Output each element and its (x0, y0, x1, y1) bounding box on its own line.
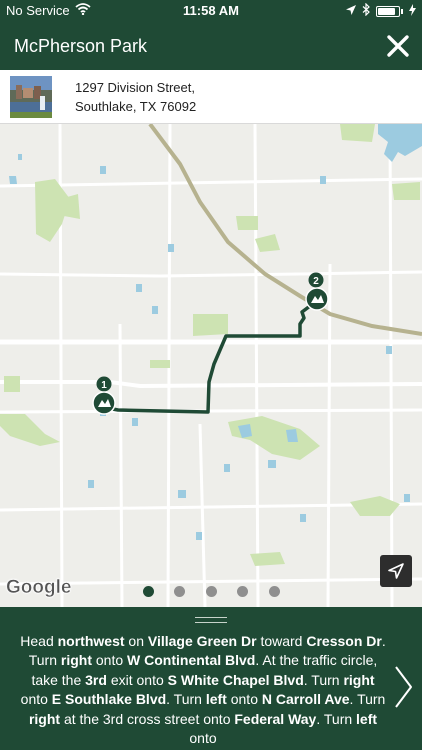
direction-text-segment: onto (226, 691, 262, 708)
direction-text-segment: onto (92, 652, 128, 669)
direction-keyword: N Carroll Ave (261, 691, 350, 708)
secondary-road (0, 380, 422, 389)
page-dot-5[interactable] (269, 586, 280, 597)
page-dot-3[interactable] (206, 586, 217, 597)
highway (148, 124, 422, 336)
close-button[interactable] (384, 32, 412, 60)
header-bar: McPherson Park (0, 22, 422, 70)
address-card[interactable]: 1297 Division Street, Southlake, TX 7609… (0, 70, 422, 124)
direction-keyword: Cresson Dr (306, 633, 382, 649)
direction-text-segment: Head (20, 633, 58, 649)
direction-keyword: right (28, 710, 61, 727)
next-step-button[interactable] (392, 665, 414, 709)
route-map[interactable]: 1 2 Google (0, 124, 422, 607)
direction-keyword: left (205, 691, 227, 708)
page-indicator (0, 586, 422, 598)
location-arrow-icon (346, 4, 356, 19)
page-title: McPherson Park (14, 36, 148, 56)
marker-2-number: 2 (313, 276, 319, 287)
battery-tip (401, 8, 403, 14)
direction-text-segment: toward (256, 633, 307, 649)
page-dot-2[interactable] (174, 586, 185, 597)
map-canvas: 1 2 (0, 124, 422, 607)
direction-text-segment: . Turn (349, 691, 386, 708)
address-line-2: Southlake, TX 76092 (75, 99, 197, 114)
address-line-1: 1297 Division Street, (75, 80, 195, 95)
park-thumbnail (10, 76, 52, 118)
direction-text-segment: . Turn (166, 691, 206, 708)
directions-panel[interactable]: Head northwest on Village Green Dr towar… (0, 607, 422, 750)
direction-keyword: W Continental Blvd (127, 652, 256, 669)
chevron-right-icon (395, 666, 412, 708)
direction-keyword: Village Green Dr (147, 633, 257, 649)
page-dot-4[interactable] (237, 586, 248, 597)
direction-text-segment: exit onto (106, 671, 168, 688)
close-icon (387, 35, 409, 57)
direction-text-segment: onto (189, 730, 217, 747)
direction-keyword: 3rd (85, 671, 107, 688)
status-right (346, 2, 416, 19)
my-location-button[interactable] (380, 555, 412, 587)
marker-2[interactable]: 2 (305, 272, 329, 311)
marker-1-number: 1 (101, 380, 107, 391)
bluetooth-icon (362, 2, 370, 19)
battery-fill (378, 7, 395, 15)
address-text: 1297 Division Street, Southlake, TX 7609… (75, 78, 196, 116)
direction-keyword: left (356, 710, 378, 727)
battery-icon (376, 5, 400, 17)
drag-handle[interactable] (195, 617, 227, 623)
direction-text-segment: . Turn (316, 710, 357, 727)
direction-keyword: S White Chapel Blvd (167, 671, 304, 688)
directions-text: Head northwest on Village Green Dr towar… (20, 632, 386, 748)
navigation-arrow-icon (388, 563, 404, 579)
direction-text-segment: . Turn (303, 671, 344, 688)
direction-keyword: northwest (57, 633, 125, 649)
direction-keyword: E Southlake Blvd (51, 691, 167, 708)
direction-keyword: right (343, 671, 375, 688)
direction-keyword: Federal Way (234, 710, 317, 727)
status-bar: No Service 11:58 AM (0, 0, 422, 22)
direction-text-segment: at the 3rd cross street onto (60, 710, 235, 727)
direction-text-segment: onto (20, 691, 52, 708)
direction-keyword: right (60, 652, 92, 669)
direction-text-segment: on (124, 633, 148, 649)
page-dot-1[interactable] (143, 586, 154, 597)
charging-bolt-icon (409, 3, 416, 19)
